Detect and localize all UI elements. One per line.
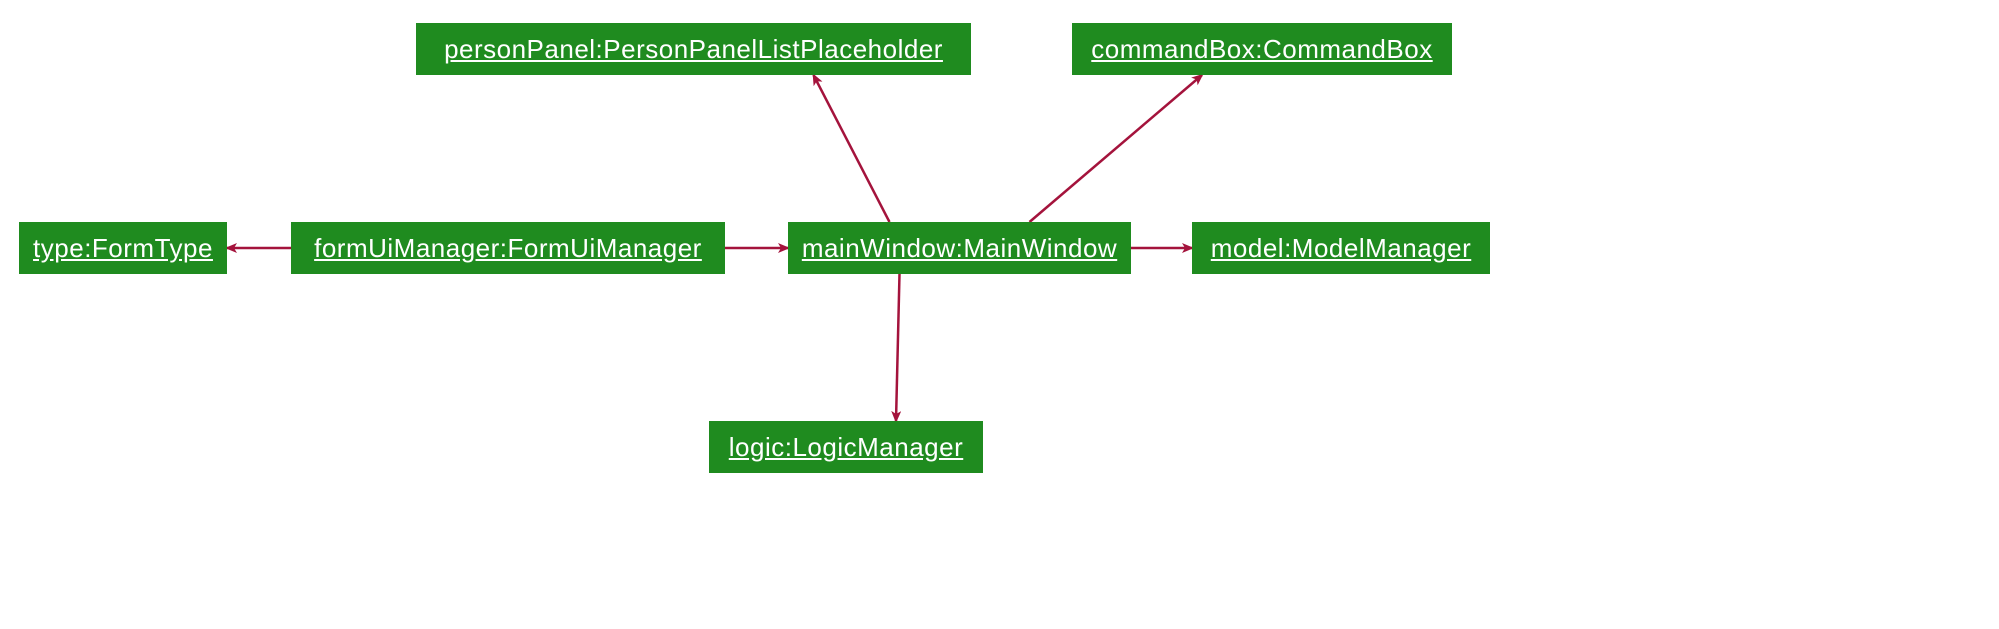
node-person-panel: personPanel:PersonPanelListPlaceholder [416,23,971,75]
diagram-canvas: personPanel:PersonPanelListPlaceholder c… [0,0,1999,629]
edge-mainWindow-to-commandBox [1030,75,1203,222]
node-type: type:FormType [19,222,227,274]
edge-mainWindow-to-logic [896,274,900,421]
node-logic: logic:LogicManager [709,421,983,473]
edge-mainWindow-to-personPanel [814,75,890,222]
node-command-box: commandBox:CommandBox [1072,23,1452,75]
node-main-window: mainWindow:MainWindow [788,222,1131,274]
node-form-ui-manager: formUiManager:FormUiManager [291,222,725,274]
edges-layer [0,0,1999,629]
node-model: model:ModelManager [1192,222,1490,274]
